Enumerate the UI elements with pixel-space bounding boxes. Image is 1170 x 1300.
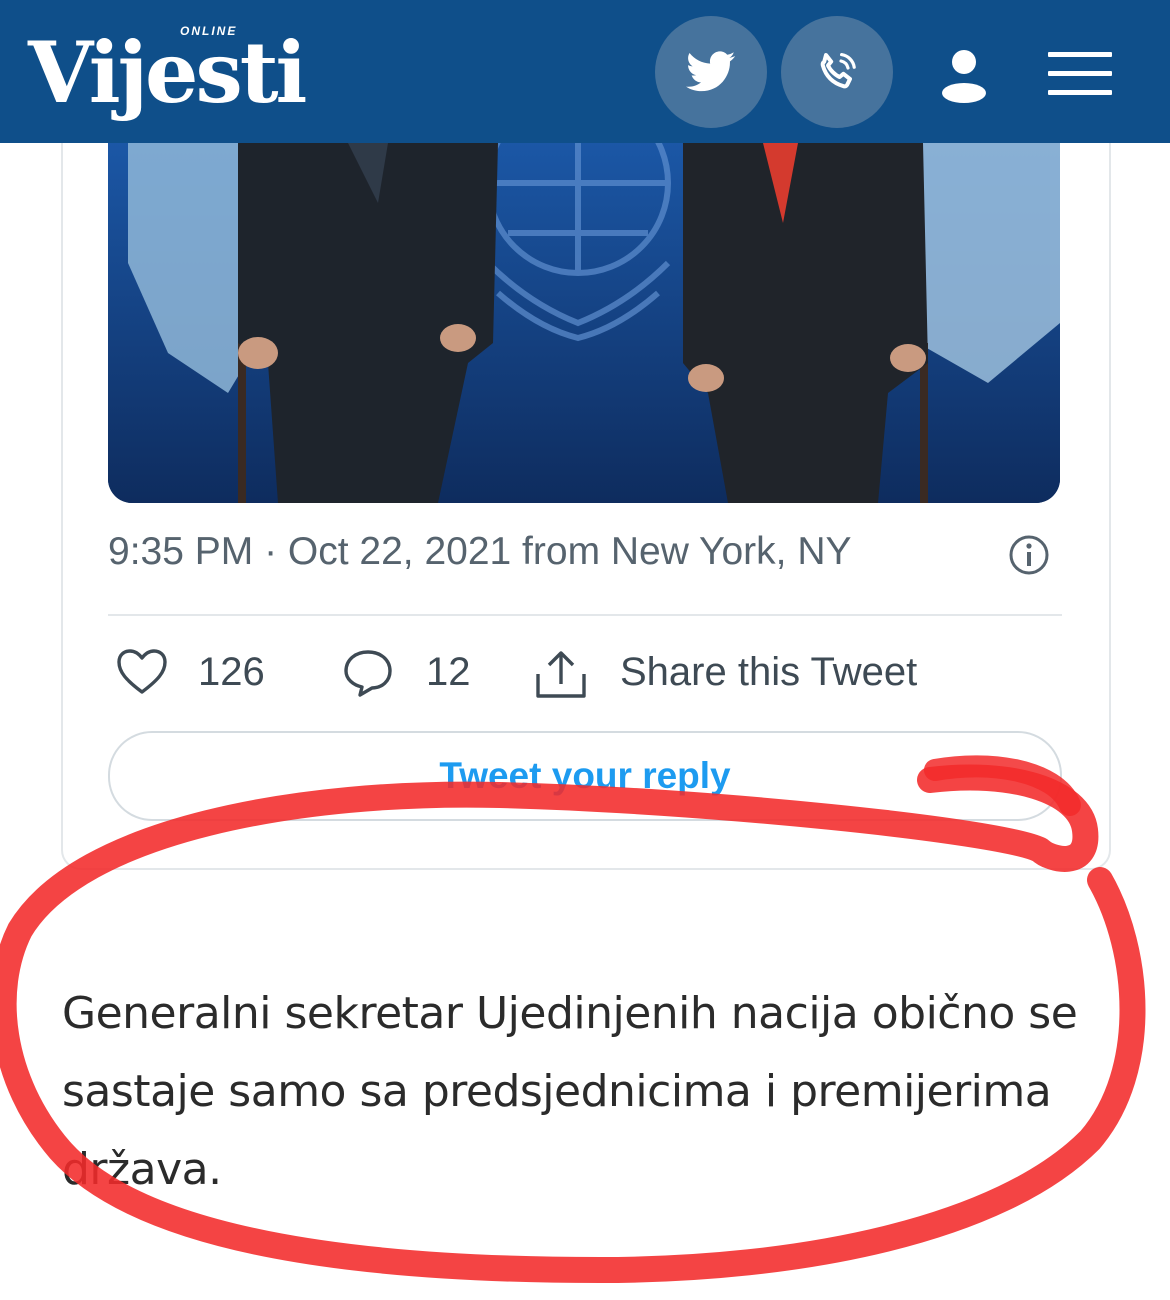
share-icon[interactable] <box>534 648 588 700</box>
article-paragraph: Generalni sekretar Ujedinjenih nacija ob… <box>62 988 1078 1195</box>
heart-icon[interactable] <box>116 648 168 696</box>
hamburger-menu-icon[interactable] <box>1048 52 1112 100</box>
reply-icon[interactable] <box>342 648 394 698</box>
tweet-reply-button[interactable]: Tweet your reply <box>108 731 1062 821</box>
twitter-bird-icon <box>686 51 736 92</box>
tweet-photo[interactable] <box>108 143 1060 503</box>
logo-text: Vijesti <box>28 23 307 122</box>
share-tweet-link[interactable]: Share this Tweet <box>620 650 917 695</box>
twitter-button[interactable] <box>655 16 767 128</box>
phone-button[interactable] <box>781 16 893 128</box>
site-header: Vijesti ONLINE <box>0 0 1170 143</box>
reply-label: Tweet your reply <box>439 755 731 796</box>
tweet-timestamp[interactable]: 9:35 PM · Oct 22, 2021 from New York, NY <box>108 530 852 574</box>
info-icon[interactable] <box>1008 534 1050 576</box>
tweet-actions: 126 12 Share this Tweet <box>108 640 1062 706</box>
divider <box>108 614 1062 616</box>
like-count[interactable]: 126 <box>198 650 265 695</box>
site-logo[interactable]: Vijesti ONLINE <box>28 18 307 128</box>
user-icon[interactable] <box>936 48 992 104</box>
phone-icon <box>820 53 856 89</box>
logo-subtitle: ONLINE <box>180 24 238 38</box>
photo-image <box>108 143 1060 503</box>
reply-count[interactable]: 12 <box>426 650 471 695</box>
